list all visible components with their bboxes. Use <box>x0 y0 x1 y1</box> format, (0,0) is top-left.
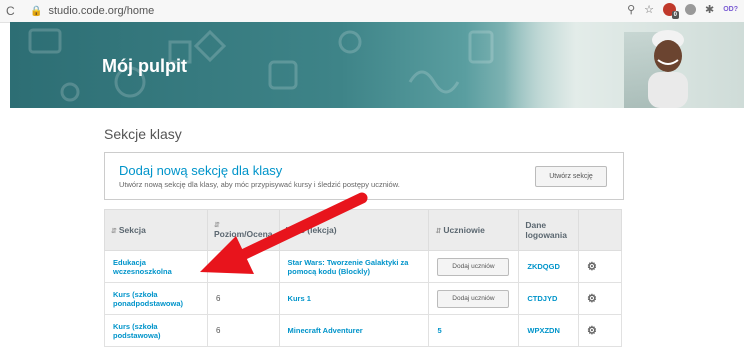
arrow-shaft <box>226 192 368 266</box>
annotation-arrow <box>200 192 368 274</box>
